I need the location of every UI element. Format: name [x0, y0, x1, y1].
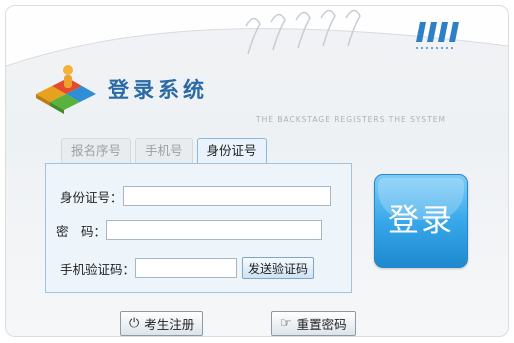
id-number-row: 身份证号：: [46, 186, 331, 206]
password-row: 密 码：: [46, 220, 323, 240]
reset-password-button[interactable]: ☞ 重置密码: [271, 311, 356, 336]
login-button-label: 登录: [388, 203, 454, 239]
register-button[interactable]: ⏻ 考生注册: [120, 311, 204, 336]
login-form: 身份证号： 密 码： 手机验证码： 发送验证码: [45, 163, 352, 293]
id-number-label: 身份证号：: [60, 189, 123, 205]
login-type-tabs: 报名序号 手机号 身份证号: [61, 138, 267, 164]
hand-point-icon: ☞: [280, 316, 292, 331]
tab-registration-number[interactable]: 报名序号: [61, 138, 132, 163]
login-panel: 登录系统 THE BACKSTAGE REGISTERS THE SYSTEM …: [5, 5, 509, 337]
brand-stripes: [416, 22, 459, 49]
login-button[interactable]: 登录: [374, 174, 468, 268]
password-label: 密 码：: [56, 223, 107, 239]
sms-code-label: 手机验证码：: [60, 261, 136, 277]
puzzle-person-logo: [36, 65, 96, 114]
tab-phone-number[interactable]: 手机号: [135, 138, 193, 163]
app-subtitle: THE BACKSTAGE REGISTERS THE SYSTEM: [256, 115, 446, 124]
tab-id-number[interactable]: 身份证号: [196, 138, 267, 164]
power-icon: ⏻: [129, 316, 140, 331]
sms-code-input[interactable]: [135, 258, 238, 278]
register-button-label: 考生注册: [144, 317, 195, 332]
password-input[interactable]: [106, 220, 323, 240]
id-number-input[interactable]: [122, 186, 331, 206]
sms-code-row: 手机验证码： 发送验证码: [46, 257, 315, 279]
send-sms-code-button[interactable]: 发送验证码: [242, 257, 315, 279]
app-title: 登录系统: [108, 77, 208, 102]
reset-password-button-label: 重置密码: [296, 317, 347, 332]
